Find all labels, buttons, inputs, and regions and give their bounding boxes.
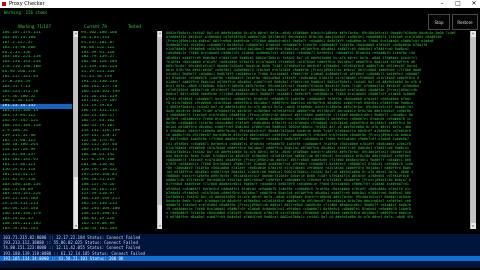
status-text: Working: 156 items <box>4 10 48 15</box>
minimize-button[interactable]: – <box>438 0 446 8</box>
scroll-up-icon[interactable]: ▲ <box>74 31 78 36</box>
scroll-thumb[interactable] <box>471 37 476 223</box>
scroll-thumb[interactable] <box>74 37 78 177</box>
working-header: Working: 71/107 <box>18 24 52 29</box>
restore-button[interactable]: Restore <box>452 14 478 30</box>
log-line: 4 e07##f9>b d8c#0a1 e4##7f>b9 0d#c8a1 e7… <box>166 215 414 220</box>
scroll-up-icon[interactable]: ▲ <box>471 31 475 36</box>
window-controls: – □ ✕ <box>438 0 478 8</box>
scroll-thumb[interactable] <box>158 37 162 205</box>
current-proxy-list[interactable]: 94.102.180.166 36.3.61.133 91.237.101.87 80… <box>79 31 156 229</box>
scroll-down-icon[interactable]: ▼ <box>74 224 78 229</box>
status-console[interactable]: 103.71.215.82:8080 :: 12.17.22.184 Statu… <box>0 234 480 268</box>
maximize-button[interactable]: □ <box>454 0 462 8</box>
scroll-up-icon[interactable]: ▲ <box>158 31 162 36</box>
scroll-down-icon[interactable]: ▼ <box>471 224 475 229</box>
tested-header: Tested <box>128 24 141 29</box>
window-titlebar: Proxy Checker – □ ✕ <box>0 0 480 8</box>
current-header: Current: 79 <box>84 24 107 29</box>
working-proxy-list[interactable]: 184.107.174.151 183.89.14.180 187.2.227.37… <box>0 31 72 229</box>
working-list-scrollbar[interactable]: ▲ ▼ <box>73 31 78 229</box>
list-item[interactable]: 130.43.183.103 <box>79 227 156 229</box>
console-line: 193.185.134.34:8080 :: 43.58.21.101 Stat… <box>0 255 480 262</box>
stop-button[interactable]: Stop <box>428 14 450 30</box>
close-button[interactable]: ✕ <box>470 0 478 8</box>
log-scrollbar[interactable]: ▲ ▼ <box>470 31 476 229</box>
current-list-scrollbar[interactable]: ▲ ▼ <box>157 31 162 229</box>
list-item[interactable]: 103.59.242.143 <box>0 227 72 229</box>
scroll-down-icon[interactable]: ▼ <box>158 224 162 229</box>
window-title: Proxy Checker <box>9 1 45 7</box>
response-log[interactable]: 0002af3b8e1c-fe44d2 8a7.c0 ##e9d1e#0d 0c… <box>166 31 469 229</box>
app-icon <box>2 2 6 6</box>
